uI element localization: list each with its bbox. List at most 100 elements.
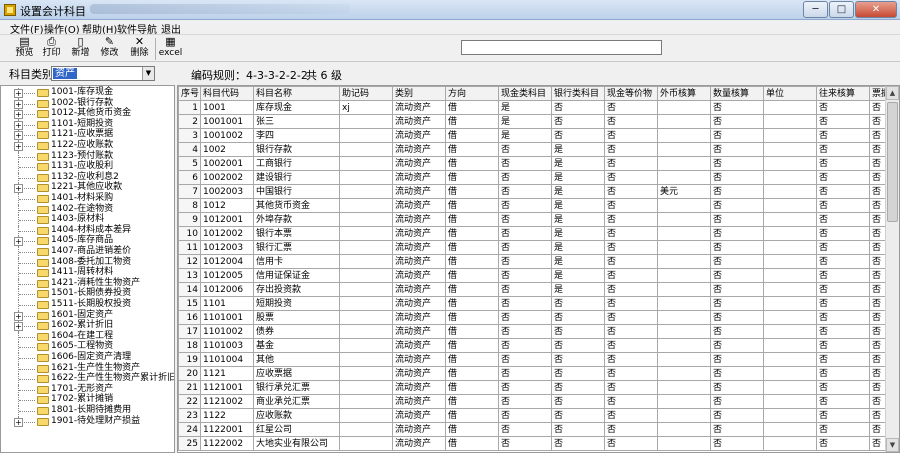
table-row[interactable]: 21 1121001 银行承兑汇票 流动资产借否否否否否否 <box>178 380 887 395</box>
table-row[interactable]: 13 1012005 信用证保证金 流动资产借否是否否否否 <box>178 268 887 283</box>
table-row[interactable]: 24 1122001 红星公司 流动资产借否否否否否否 <box>178 422 887 437</box>
table-cell <box>339 128 393 143</box>
row-number-cell: 13 <box>178 268 201 283</box>
table-row[interactable]: 14 1012006 存出投资款 流动资产借否是否否否否 <box>178 282 887 297</box>
tree-expand-icon[interactable]: + <box>14 184 23 194</box>
table-row[interactable]: 25 1122002 大地实业有限公司 流动资产借否否否否否否 <box>178 436 887 451</box>
table-cell: 否 <box>869 352 887 367</box>
delete-button[interactable]: ✕ 删除 <box>126 36 153 61</box>
table-cell: 否 <box>551 338 605 353</box>
column-header[interactable]: 科目代码 <box>200 86 254 101</box>
table-cell: 流动资产 <box>392 338 446 353</box>
maximize-button[interactable]: □ <box>829 1 854 18</box>
code-rule-text: 编码规则：4-3-3-2-2-2 <box>191 69 308 82</box>
table-row[interactable]: 16 1101001 股票 流动资产借否否否否否否 <box>178 310 887 325</box>
table-row[interactable]: 3 1001002 李四 流动资产借是否否否否否 <box>178 128 887 143</box>
table-row[interactable]: 2 1001001 张三 流动资产借是否否否否否 <box>178 114 887 129</box>
table-row[interactable]: 22 1121002 商业承兑汇票 流动资产借否否否否否否 <box>178 394 887 409</box>
excel-button[interactable]: ▦ excel <box>157 36 184 61</box>
close-button[interactable]: ✕ <box>855 1 897 18</box>
chevron-down-icon[interactable]: ▼ <box>142 67 154 80</box>
table-row[interactable]: 12 1012004 信用卡 流动资产借否是否否否否 <box>178 254 887 269</box>
table-row[interactable]: 5 1002001 工商银行 流动资产借否是否否否否 <box>178 156 887 171</box>
table-row[interactable]: 7 1002003 中国银行 流动资产借否是否美元否否否 <box>178 184 887 199</box>
print-button[interactable]: ⎙ 打印 <box>38 36 65 61</box>
tree-expand-icon[interactable]: + <box>14 237 23 247</box>
table-cell: 否 <box>710 408 764 423</box>
table-cell <box>657 324 711 339</box>
table-row[interactable]: 23 1122 应收账款 流动资产借否否否否否否 <box>178 408 887 423</box>
category-select[interactable]: 资产 ▼ <box>51 66 155 81</box>
table-row[interactable]: 15 1101 短期投资 流动资产借否否否否否否 <box>178 296 887 311</box>
preview-button[interactable]: ▤ 预览 <box>11 36 38 61</box>
column-header[interactable]: 票据 <box>869 86 887 101</box>
tree-item[interactable]: +1901-待处理财产损益 <box>1 416 174 428</box>
tree-expand-icon[interactable]: + <box>14 110 23 120</box>
table-row[interactable]: 6 1002002 建设银行 流动资产借否是否否否否 <box>178 170 887 185</box>
edit-button[interactable]: ✎ 修改 <box>96 36 123 61</box>
table-cell: 否 <box>710 212 764 227</box>
table-cell: 股票 <box>253 310 340 325</box>
tree-item-label: 1012-其他货币资金 <box>51 108 132 119</box>
column-header[interactable]: 类别 <box>392 86 446 101</box>
table-row[interactable]: 18 1101003 基金 流动资产借否否否否否否 <box>178 338 887 353</box>
table-cell <box>763 156 817 171</box>
column-header[interactable]: 现金类科目 <box>498 86 552 101</box>
row-number-cell: 15 <box>178 296 201 311</box>
tree-connector <box>19 389 35 391</box>
column-header[interactable]: 助记码 <box>339 86 393 101</box>
column-header[interactable]: 数量核算 <box>710 86 764 101</box>
column-header[interactable]: 序号 <box>178 86 201 101</box>
tree-expand-icon[interactable]: + <box>14 89 23 98</box>
tree-connector <box>19 336 35 338</box>
table-row[interactable]: 8 1012 其他货币资金 流动资产借否是否否否否 <box>178 198 887 213</box>
table-cell: 否 <box>551 310 605 325</box>
column-header[interactable]: 单位 <box>763 86 817 101</box>
table-row[interactable]: 4 1002 银行存款 流动资产借否是否否否否 <box>178 142 887 157</box>
tree-expand-icon[interactable]: + <box>14 142 23 151</box>
tree-expand-icon[interactable]: + <box>14 131 23 141</box>
new-label: 新增 <box>71 48 90 58</box>
tree-item-label: 1002-银行存款 <box>51 97 114 108</box>
table-cell <box>763 170 817 185</box>
new-button[interactable]: ▯ 新增 <box>67 36 94 61</box>
search-input[interactable] <box>461 40 662 55</box>
table-row[interactable]: 1 1001 库存现金 xj 流动资产借是否否否否否 <box>178 100 887 115</box>
folder-icon <box>37 301 49 309</box>
table-cell: 1122002 <box>200 436 254 451</box>
table-cell: 否 <box>816 114 870 129</box>
table-row[interactable]: 20 1121 应收票据 流动资产借否否否否否否 <box>178 366 887 381</box>
minimize-button[interactable]: ─ <box>803 1 828 18</box>
tree-expand-icon[interactable]: + <box>14 311 23 321</box>
table-row[interactable]: 9 1012001 外埠存款 流动资产借否是否否否否 <box>178 212 887 227</box>
table-cell: 银行存款 <box>253 142 340 157</box>
scroll-down-icon[interactable]: ▼ <box>886 438 899 452</box>
table-row[interactable]: 17 1101002 债券 流动资产借否否否否否否 <box>178 324 887 339</box>
table-cell <box>657 170 711 185</box>
account-tree[interactable]: +1001-库存现金 +1002-银行存款 +1012-其他货币资金 +1101-短期… <box>0 85 175 453</box>
tree-expand-icon[interactable]: + <box>14 99 23 109</box>
column-header[interactable]: 银行类科目 <box>551 86 605 101</box>
tree-expand-icon[interactable]: + <box>14 417 23 427</box>
column-header[interactable]: 现金等价物 <box>604 86 658 101</box>
table-cell <box>339 408 393 423</box>
scroll-up-icon[interactable]: ▲ <box>886 86 899 100</box>
scroll-thumb[interactable] <box>887 102 898 222</box>
table-row[interactable]: 19 1101004 其他 流动资产借否否否否否否 <box>178 352 887 367</box>
vertical-scrollbar[interactable]: ▲ ▼ <box>885 86 899 452</box>
column-header[interactable]: 外币核算 <box>657 86 711 101</box>
table-cell: 否 <box>710 254 764 269</box>
column-header[interactable]: 方向 <box>445 86 499 101</box>
tree-expand-icon[interactable]: + <box>14 322 23 332</box>
table-cell: 否 <box>869 268 887 283</box>
tree-connector <box>19 199 35 200</box>
table-row[interactable]: 10 1012002 银行本票 流动资产借否是否否否否 <box>178 226 887 241</box>
column-header[interactable]: 往来核算 <box>816 86 870 101</box>
table-cell: 否 <box>869 408 887 423</box>
tree-expand-icon[interactable]: + <box>14 120 23 130</box>
table-cell: 否 <box>869 254 887 269</box>
header-row: 序号 科目代码 科目名称 助记码 类别 方向 现金类科目 银行类科目 现金等价物 外币核算 数量核算… <box>178 86 887 101</box>
column-header[interactable]: 科目名称 <box>253 86 340 101</box>
table-row[interactable]: 11 1012003 银行汇票 流动资产借否是否否否否 <box>178 240 887 255</box>
table-cell <box>657 142 711 157</box>
